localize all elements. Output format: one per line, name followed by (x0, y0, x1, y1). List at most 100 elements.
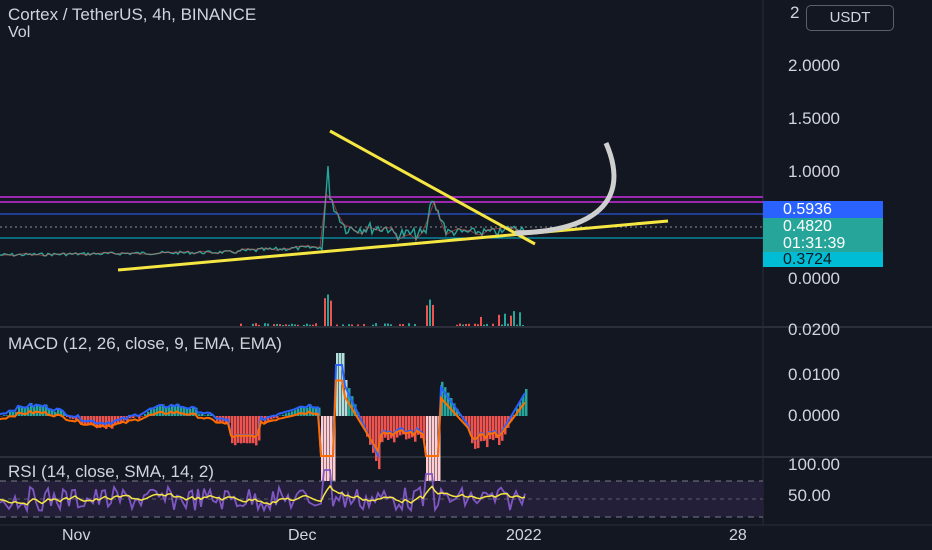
macd-histogram-bar (279, 415, 282, 416)
macd-histogram-bar (12, 411, 15, 416)
volume-bar (372, 324, 374, 326)
volume-bar (240, 323, 242, 326)
volume-bar (273, 324, 275, 326)
time-label: Nov (62, 527, 91, 544)
macd-histogram-bar (477, 416, 480, 449)
macd-histogram-bar (435, 416, 438, 488)
macd-indicator-label[interactable]: MACD (12, 26, close, 9, EMA, EMA) (8, 334, 282, 354)
resistance-price-tag: 0.5936 (763, 201, 883, 218)
volume-bar (327, 294, 329, 326)
volume-bar (492, 323, 494, 326)
macd-tick: 0.0200 (788, 320, 840, 339)
volume-bar (507, 323, 509, 326)
volume-bar (324, 298, 326, 326)
volume-bar (258, 324, 260, 326)
volume-bar (498, 314, 500, 326)
macd-histogram-bar (474, 416, 477, 449)
macd-histogram-bar (198, 414, 201, 416)
volume-bar (315, 323, 317, 326)
volume-bar (306, 323, 308, 326)
price-tick: 1.0000 (788, 162, 840, 181)
volume-bar (279, 324, 281, 326)
resistance-price-value: 0.5936 (783, 201, 832, 218)
macd-histogram-bar (327, 416, 330, 488)
price-axis-top-tick: 2 (790, 3, 800, 22)
macd-histogram-bar (384, 416, 387, 438)
time-label: 2022 (506, 527, 542, 544)
currency-button[interactable]: USDT (806, 5, 894, 31)
volume-bar (432, 304, 434, 326)
macd-tick: 0.0000 (788, 406, 840, 425)
macd-histogram-bar (408, 416, 411, 439)
volume-bar (312, 324, 314, 326)
symbol-title[interactable]: Cortex / TetherUS, 4h, BINANCE (8, 5, 256, 25)
macd-histogram-bar (237, 416, 240, 443)
macd-histogram-bar (180, 406, 183, 416)
volume-bar (384, 323, 386, 326)
volume-bar (387, 323, 389, 326)
volume-bar (399, 324, 401, 326)
volume-bar (510, 315, 512, 326)
volume-bar (288, 324, 290, 326)
volume-bar (336, 324, 338, 326)
volume-bar (309, 324, 311, 326)
last-price-value: 0.4820 (783, 218, 832, 235)
volume-bar (504, 313, 506, 326)
bar-countdown: 01:31:39 (783, 235, 846, 252)
macd-histogram-bar (498, 416, 501, 445)
volume-bar (294, 324, 296, 326)
macd-histogram-bar (489, 416, 492, 440)
macd-histogram-bar (480, 416, 483, 442)
volume-bar (285, 324, 287, 326)
macd-histogram-bar (285, 413, 288, 416)
volume-bar (255, 323, 257, 326)
macd-histogram-bar (144, 414, 147, 416)
macd-histogram-bar (42, 406, 45, 416)
volume-bar (501, 324, 503, 326)
macd-histogram-bar (159, 404, 162, 416)
macd-histogram-bar (207, 414, 210, 416)
volume-bar (390, 324, 392, 326)
macd-histogram-bar (231, 416, 234, 444)
volume-bar (330, 300, 332, 326)
volume-bar (516, 324, 518, 326)
volume-bar (474, 323, 476, 326)
price-tick: 0.0000 (788, 269, 840, 288)
macd-histogram-bar (396, 416, 399, 438)
volume-bar (282, 325, 284, 326)
macd-histogram-bar (240, 416, 243, 444)
volume-bar (468, 323, 470, 326)
volume-bar (267, 323, 269, 326)
volume-bar (459, 323, 461, 326)
volume-bar (477, 324, 479, 326)
volume-bar (513, 311, 515, 326)
macd-histogram-bar (405, 416, 408, 440)
macd-histogram-bar (255, 416, 258, 446)
rsi-indicator-label[interactable]: RSI (14, close, SMA, 14, 2) (8, 462, 214, 482)
volume-bar (363, 324, 365, 326)
volume-bar (348, 324, 350, 326)
volume-bar (276, 323, 278, 326)
support-price-tag: 0.3724 (763, 252, 883, 268)
macd-histogram-bar (399, 416, 402, 436)
macd-tick: 0.0100 (788, 365, 840, 384)
time-label: Dec (288, 527, 317, 544)
price-tick: 2.0000 (788, 56, 840, 75)
volume-bar (483, 324, 485, 326)
volume-bar (375, 323, 377, 326)
volume-bar (357, 324, 359, 326)
macd-histogram-bar (246, 416, 249, 444)
volume-bar (291, 323, 293, 326)
volume-bar (462, 324, 464, 326)
volume-label[interactable]: Vol (8, 24, 30, 42)
volume-bar (408, 323, 410, 326)
macd-histogram-bar (492, 416, 495, 441)
macd-histogram-bar (234, 416, 237, 446)
volume-bar (465, 324, 467, 326)
volume-bar (402, 324, 404, 326)
volume-bar (297, 324, 299, 326)
macd-histogram-bar (165, 407, 168, 416)
macd-histogram-bar (324, 416, 327, 488)
macd-histogram-bar (141, 416, 144, 417)
volume-bar (522, 325, 524, 326)
